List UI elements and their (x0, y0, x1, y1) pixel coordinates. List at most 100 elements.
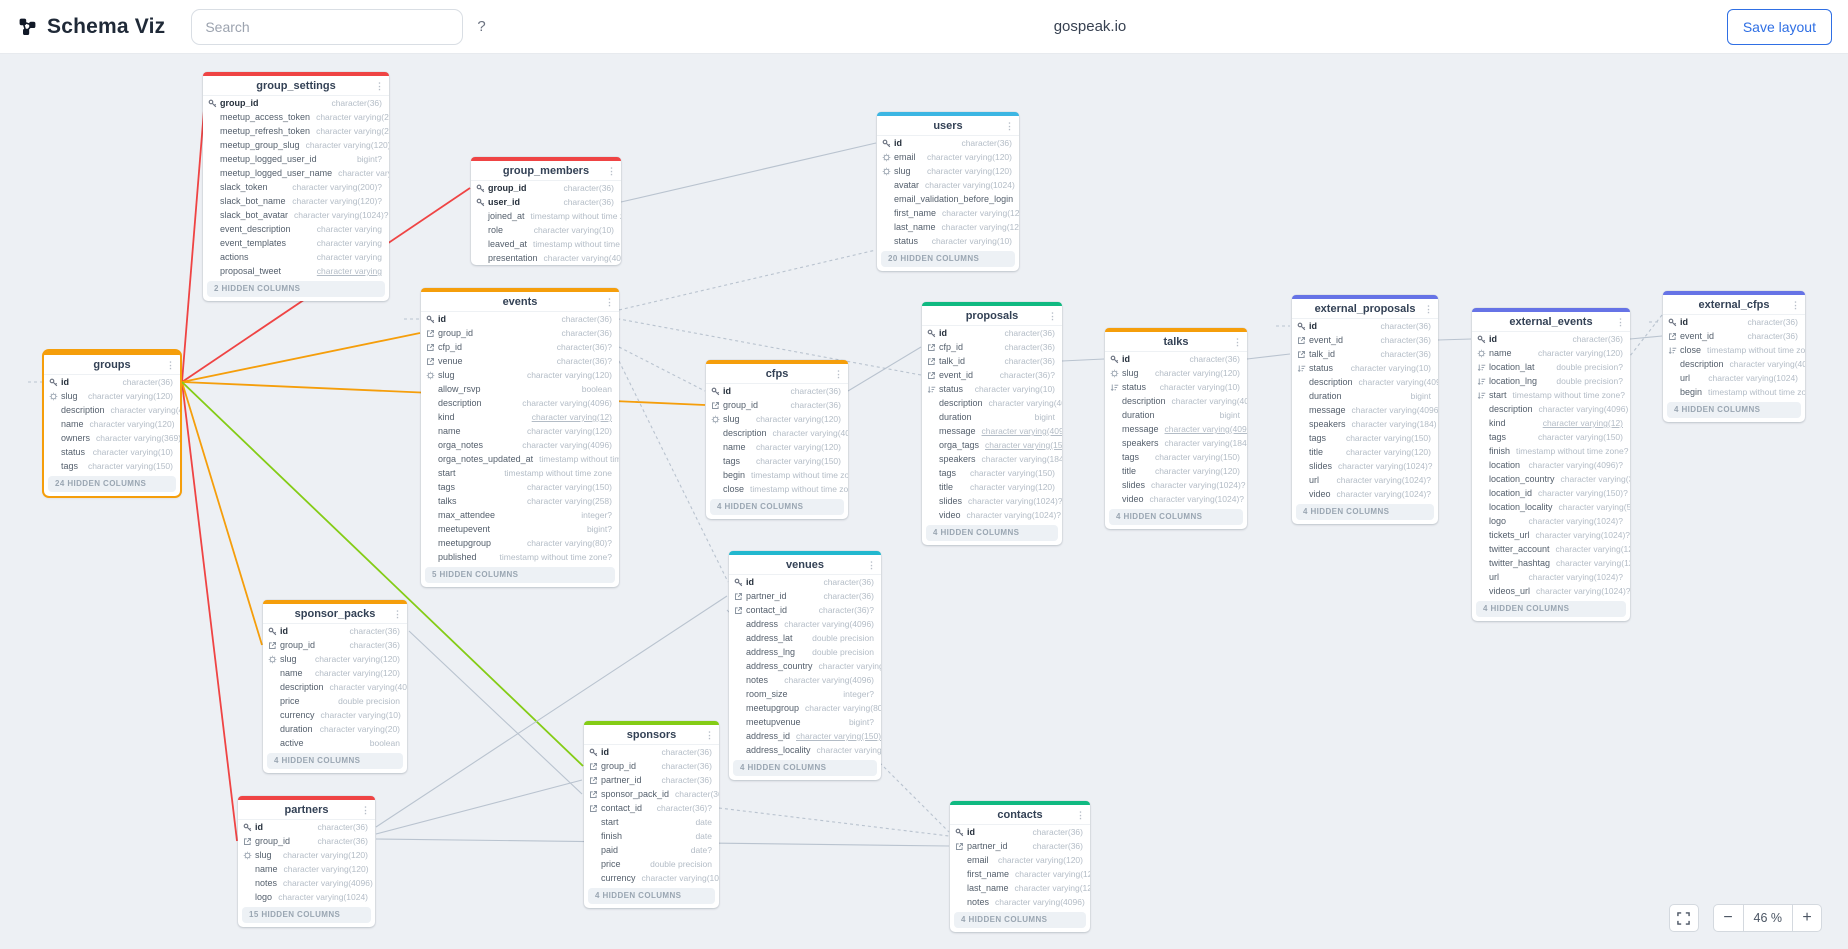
column-row-email_validation_before_login[interactable]: email_validation_before_login boolean (877, 192, 1019, 206)
column-row-id[interactable]: id character(36) (877, 136, 1019, 150)
column-row-event_templates[interactable]: event_templates character varying (203, 236, 389, 250)
column-row-description[interactable]: description character varying(4096) (263, 680, 407, 694)
fit-screen-button[interactable] (1669, 904, 1699, 932)
hidden-columns-footer[interactable]: 4 HIDDEN COLUMNS (733, 760, 877, 776)
column-row-room_size[interactable]: room_size integer? (729, 687, 881, 701)
column-row-status[interactable]: status character varying(10) (1105, 380, 1247, 394)
column-row-proposal_tweet[interactable]: proposal_tweet character varying (203, 264, 389, 278)
column-row-name[interactable]: name character varying(120) (421, 424, 619, 438)
column-row-id[interactable]: id character(36) (44, 375, 180, 389)
column-row-slack_bot_name[interactable]: slack_bot_name character varying(120)? (203, 194, 389, 208)
column-row-speakers[interactable]: speakers character varying(184) (1292, 417, 1438, 431)
column-row-venue[interactable]: venue character(36)? (421, 354, 619, 368)
column-row-title[interactable]: title character varying(120) (922, 480, 1062, 494)
column-row-slides[interactable]: slides character varying(1024)? (1292, 459, 1438, 473)
column-row-address_locality[interactable]: address_locality character varying(150)? (729, 743, 881, 757)
column-row-group_id[interactable]: group_id character(36) (584, 759, 719, 773)
kebab-menu-icon[interactable]: ⋮ (605, 292, 614, 312)
column-row-id[interactable]: id character(36) (263, 624, 407, 638)
column-row-address[interactable]: address character varying(4096) (729, 617, 881, 631)
table-header[interactable]: partners ⋮ (238, 800, 375, 820)
column-row-tags[interactable]: tags character varying(150) (1105, 450, 1247, 464)
hidden-columns-footer[interactable]: 20 HIDDEN COLUMNS (881, 251, 1015, 267)
column-row-location_lng[interactable]: location_lng double precision? (1472, 374, 1630, 388)
column-row-description[interactable]: description character varying(4096) (1292, 375, 1438, 389)
column-row-tags[interactable]: tags character varying(150) (1292, 431, 1438, 445)
column-row-id[interactable]: id character(36) (238, 820, 375, 834)
column-row-paid[interactable]: paid date? (584, 843, 719, 857)
column-row-slug[interactable]: slug character varying(120) (421, 368, 619, 382)
column-row-active[interactable]: active boolean (263, 736, 407, 750)
column-row-slug[interactable]: slug character varying(120) (706, 412, 848, 426)
column-row-orga_notes_updated_at[interactable]: orga_notes_updated_at timestamp without … (421, 452, 619, 466)
table-header[interactable]: contacts ⋮ (950, 805, 1090, 825)
column-row-meetupevent[interactable]: meetupevent bigint? (421, 522, 619, 536)
column-row-partner_id[interactable]: partner_id character(36) (950, 839, 1090, 853)
hidden-columns-footer[interactable]: 24 HIDDEN COLUMNS (48, 476, 176, 492)
table-card-venues[interactable]: venues ⋮ id character(36) partner_id cha… (729, 551, 881, 780)
column-row-slack_token[interactable]: slack_token character varying(200)? (203, 180, 389, 194)
column-row-slug[interactable]: slug character varying(120) (877, 164, 1019, 178)
table-card-sponsors[interactable]: sponsors ⋮ id character(36) group_id cha… (584, 721, 719, 908)
table-card-proposals[interactable]: proposals ⋮ id character(36) cfp_id char… (922, 302, 1062, 545)
column-row-location[interactable]: location character varying(4096)? (1472, 458, 1630, 472)
column-row-description[interactable]: description character varying(4096) (922, 396, 1062, 410)
column-row-email[interactable]: email character varying(120) (950, 853, 1090, 867)
column-row-price[interactable]: price double precision (263, 694, 407, 708)
diagram-canvas[interactable]: group_settings ⋮ group_id character(36) … (0, 0, 1848, 949)
column-row-id[interactable]: id character(36) (922, 326, 1062, 340)
table-header[interactable]: sponsor_packs ⋮ (263, 604, 407, 624)
column-row-slug[interactable]: slug character varying(120) (238, 848, 375, 862)
kebab-menu-icon[interactable]: ⋮ (1076, 805, 1085, 825)
column-row-slides[interactable]: slides character varying(1024)? (1105, 478, 1247, 492)
kebab-menu-icon[interactable]: ⋮ (1424, 299, 1433, 319)
column-row-name[interactable]: name character varying(120) (1472, 346, 1630, 360)
column-row-name[interactable]: name character varying(120) (238, 862, 375, 876)
column-row-description[interactable]: description character varying(4096) (706, 426, 848, 440)
column-row-close[interactable]: close timestamp without time zone? (706, 482, 848, 496)
table-card-contacts[interactable]: contacts ⋮ id character(36) partner_id c… (950, 801, 1090, 932)
column-row-event_id[interactable]: event_id character(36)? (922, 368, 1062, 382)
column-row-id[interactable]: id character(36) (950, 825, 1090, 839)
column-row-id[interactable]: id character(36) (1472, 332, 1630, 346)
column-row-partner_id[interactable]: partner_id character(36) (584, 773, 719, 787)
column-row-slug[interactable]: slug character varying(120) (263, 652, 407, 666)
table-card-group_members[interactable]: group_members ⋮ group_id character(36) u… (471, 157, 621, 265)
column-row-twitter_hashtag[interactable]: twitter_hashtag character varying(120)? (1472, 556, 1630, 570)
table-header[interactable]: group_members ⋮ (471, 161, 621, 181)
column-row-finish[interactable]: finish date (584, 829, 719, 843)
column-row-status[interactable]: status character varying(10) (1292, 361, 1438, 375)
column-row-description[interactable]: description character varying(4096) (1663, 357, 1805, 371)
column-row-talk_id[interactable]: talk_id character(36) (1292, 347, 1438, 361)
column-row-twitter_account[interactable]: twitter_account character varying(120)? (1472, 542, 1630, 556)
column-row-url[interactable]: url character varying(1024)? (1472, 570, 1630, 584)
hidden-columns-footer[interactable]: 4 HIDDEN COLUMNS (1667, 402, 1801, 418)
table-header[interactable]: group_settings ⋮ (203, 76, 389, 96)
column-row-id[interactable]: id character(36) (421, 312, 619, 326)
column-row-description[interactable]: description character varying(4096) (421, 396, 619, 410)
kebab-menu-icon[interactable]: ⋮ (834, 364, 843, 384)
table-card-users[interactable]: users ⋮ id character(36) email character… (877, 112, 1019, 271)
column-row-notes[interactable]: notes character varying(4096) (238, 876, 375, 890)
kebab-menu-icon[interactable]: ⋮ (375, 76, 384, 96)
kebab-menu-icon[interactable]: ⋮ (166, 355, 175, 375)
column-row-group_id[interactable]: group_id character(36) (203, 96, 389, 110)
table-card-group_settings[interactable]: group_settings ⋮ group_id character(36) … (203, 72, 389, 301)
column-row-video[interactable]: video character varying(1024)? (1292, 487, 1438, 501)
column-row-meetup_group_slug[interactable]: meetup_group_slug character varying(120)… (203, 138, 389, 152)
hidden-columns-footer[interactable]: 4 HIDDEN COLUMNS (926, 525, 1058, 541)
column-row-published[interactable]: published timestamp without time zone? (421, 550, 619, 564)
table-card-external_proposals[interactable]: external_proposals ⋮ id character(36) ev… (1292, 295, 1438, 524)
column-row-location_id[interactable]: location_id character varying(150)? (1472, 486, 1630, 500)
column-row-name[interactable]: name character varying(120) (706, 440, 848, 454)
column-row-partner_id[interactable]: partner_id character(36) (729, 589, 881, 603)
column-row-owners[interactable]: owners character varying(369) (44, 431, 180, 445)
column-row-description[interactable]: description character varying(4096) (1105, 394, 1247, 408)
column-row-event_description[interactable]: event_description character varying (203, 222, 389, 236)
column-row-id[interactable]: id character(36) (729, 575, 881, 589)
kebab-menu-icon[interactable]: ⋮ (1005, 116, 1014, 136)
zoom-out-button[interactable]: − (1713, 904, 1743, 932)
column-row-tags[interactable]: tags character varying(150) (922, 466, 1062, 480)
table-card-sponsor_packs[interactable]: sponsor_packs ⋮ id character(36) group_i… (263, 600, 407, 773)
column-row-id[interactable]: id character(36) (706, 384, 848, 398)
